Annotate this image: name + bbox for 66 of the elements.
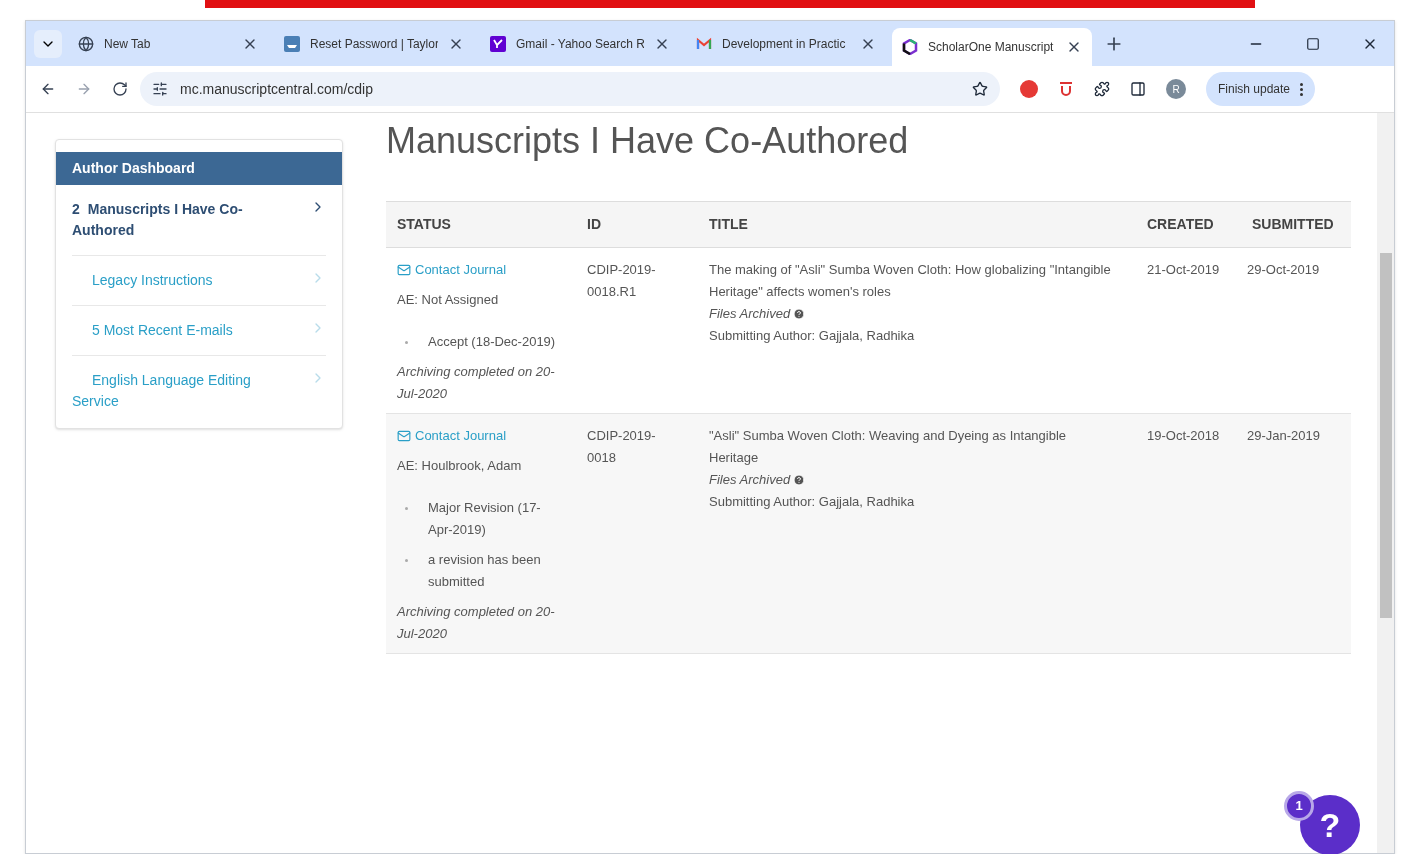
column-header: CREATED (1136, 201, 1241, 248)
browser-tab[interactable]: Reset Password | Taylor (274, 28, 474, 59)
created-date: 21-Oct-2019 (1147, 262, 1220, 277)
browser-tab[interactable]: ScholarOne Manuscript (892, 28, 1092, 66)
files-archived-text: Files Archived (709, 305, 791, 323)
scrollbar-track[interactable] (1377, 113, 1394, 853)
notification-badge: 1 (1284, 791, 1314, 821)
bullet-icon (405, 341, 408, 344)
finish-update-button[interactable]: Finish update (1206, 72, 1316, 106)
browser-tab[interactable]: Development in Practic (686, 28, 886, 59)
envelope-icon (397, 263, 411, 277)
manuscript-id: CDIP-2019-0018 (587, 427, 657, 467)
submitted-date: 29-Oct-2019 (1247, 262, 1320, 277)
bullet-icon (405, 559, 408, 562)
bullet-icon (405, 507, 408, 510)
tab-title: Gmail - Yahoo Search R (516, 35, 644, 53)
profile-avatar[interactable]: R (1166, 79, 1186, 99)
sidebar-header: Author Dashboard (56, 152, 342, 185)
envelope-icon (397, 429, 411, 443)
decision-text: Accept (18-Dec-2019) (428, 333, 556, 351)
tab-title: Development in Practic (722, 35, 847, 53)
globe-icon (78, 35, 94, 52)
manuscript-id: CDIP-2019-0018.R1 (587, 261, 657, 301)
associate-editor: AE: Houlbrook, Adam (397, 457, 523, 475)
m-logo-icon (696, 35, 712, 52)
files-archived-text: Files Archived (709, 471, 791, 489)
help-icon[interactable] (793, 308, 806, 320)
tab-list-button[interactable] (34, 29, 62, 58)
submitting-author: Submitting Author: Gajjala, Radhika (709, 327, 916, 345)
y-logo-icon (490, 35, 506, 52)
manuscript-title: "Asli" Sumba Woven Cloth: Weaving and Dyeing as Intangible Heritage (709, 427, 1068, 467)
shield-icon[interactable] (1058, 81, 1074, 97)
column-header: SUBMITTED (1241, 201, 1351, 248)
boat-icon (284, 35, 300, 52)
back-icon[interactable] (40, 81, 56, 97)
browser-tab[interactable]: Gmail - Yahoo Search R (480, 28, 680, 59)
submitting-author: Submitting Author: Gajjala, Radhika (709, 493, 916, 511)
column-header: STATUS (386, 201, 576, 248)
hexagon-logo-icon (902, 39, 918, 55)
scrollbar-thumb[interactable] (1379, 253, 1392, 618)
manuscript-title: The making of "Asli" Sumba Woven Cloth: How globalizing "Intangible Heritage" affects women's roles (709, 261, 1112, 301)
site-settings-icon[interactable] (152, 81, 168, 97)
archiving-note: Archiving completed on 20-Jul-2020 (397, 603, 556, 643)
column-header: ID (576, 201, 698, 248)
url-text: mc.manuscriptcentral.com/cdip (180, 79, 374, 99)
associate-editor: AE: Not Assigned (397, 291, 500, 309)
submitted-date: 29-Jan-2019 (1247, 428, 1320, 443)
sidebar-item[interactable]: 2 Manuscripts I Have Co-Authored (72, 185, 326, 256)
column-header: TITLE (698, 201, 1136, 248)
tab-title: ScholarOne Manuscript (928, 39, 1055, 56)
help-icon[interactable] (793, 474, 806, 486)
maximize-icon[interactable] (1306, 36, 1320, 51)
created-date: 19-Oct-2018 (1147, 428, 1220, 443)
extensions-icon[interactable] (1094, 81, 1110, 97)
browser-tab[interactable]: New Tab (68, 28, 268, 59)
decision-text: a revision has been submitted (428, 551, 542, 591)
tab-title: Reset Password | Taylor (310, 35, 438, 53)
page-heading: Manuscripts I Have Co-Authored (386, 119, 910, 163)
bookmark-star-icon[interactable] (972, 81, 988, 97)
reload-icon[interactable] (112, 81, 128, 97)
archiving-note: Archiving completed on 20-Jul-2020 (397, 363, 556, 403)
decision-text: Major Revision (17-Apr-2019) (428, 499, 542, 539)
address-bar[interactable]: mc.manuscriptcentral.com/cdip (140, 72, 1000, 106)
side-panel-icon[interactable] (1130, 81, 1146, 97)
more-menu-icon (1300, 82, 1304, 96)
tab-title: New Tab (104, 35, 152, 53)
